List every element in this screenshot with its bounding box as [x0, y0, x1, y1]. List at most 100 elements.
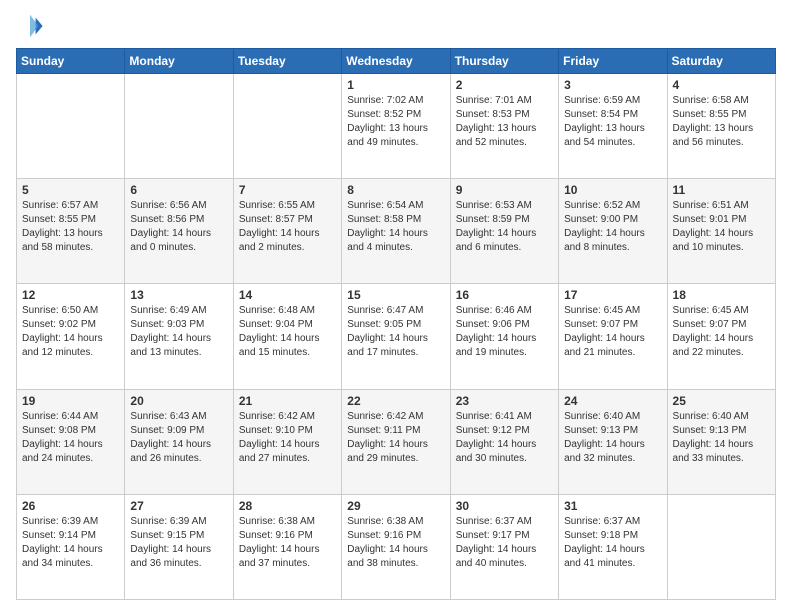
day-info: Sunrise: 6:46 AM Sunset: 9:06 PM Dayligh…: [456, 304, 553, 360]
day-number: 8: [347, 183, 444, 197]
day-number: 7: [239, 183, 336, 197]
calendar-cell: 19 Sunrise: 6:44 AM Sunset: 9:08 PM Dayli…: [17, 389, 125, 494]
day-number: 3: [564, 78, 661, 92]
header: [16, 12, 776, 40]
calendar-table: SundayMondayTuesdayWednesdayThursdayFrid…: [16, 48, 776, 600]
calendar-cell: 13 Sunrise: 6:49 AM Sunset: 9:03 PM Dayli…: [125, 284, 233, 389]
day-number: 15: [347, 288, 444, 302]
day-number: 31: [564, 499, 661, 513]
day-info: Sunrise: 6:54 AM Sunset: 8:58 PM Dayligh…: [347, 199, 444, 255]
day-info: Sunrise: 6:37 AM Sunset: 9:18 PM Dayligh…: [564, 515, 661, 571]
day-number: 29: [347, 499, 444, 513]
calendar-cell: 22Sunrise: 6:42 AM Sunset: 9:11 PM Dayli…: [342, 389, 450, 494]
calendar-cell: 11 Sunrise: 6:51 AM Sunset: 9:01 PM Dayli…: [667, 179, 775, 284]
calendar-cell: 21 Sunrise: 6:42 AM Sunset: 9:10 PM Dayli…: [233, 389, 341, 494]
day-number: 20: [130, 394, 227, 408]
day-info: Sunrise: 6:37 AM Sunset: 9:17 PM Dayligh…: [456, 515, 553, 571]
day-number: 24: [564, 394, 661, 408]
calendar-cell: [17, 74, 125, 179]
day-info: Sunrise: 6:38 AM Sunset: 9:16 PM Dayligh…: [239, 515, 336, 571]
logo: [16, 12, 48, 40]
calendar-cell: 8 Sunrise: 6:54 AM Sunset: 8:58 PM Daylig…: [342, 179, 450, 284]
calendar-cell: 31 Sunrise: 6:37 AM Sunset: 9:18 PM Dayli…: [559, 494, 667, 599]
day-info: Sunrise: 6:52 AM Sunset: 9:00 PM Dayligh…: [564, 199, 661, 255]
day-number: 22: [347, 394, 444, 408]
day-number: 16: [456, 288, 553, 302]
calendar-cell: [667, 494, 775, 599]
day-number: 26: [22, 499, 119, 513]
day-number: 19: [22, 394, 119, 408]
day-info: Sunrise: 7:01 AM Sunset: 8:53 PM Dayligh…: [456, 94, 553, 150]
calendar-cell: 23 Sunrise: 6:41 AM Sunset: 9:12 PM Dayli…: [450, 389, 558, 494]
calendar-cell: 5Sunrise: 6:57 AM Sunset: 8:55 PM Daylig…: [17, 179, 125, 284]
day-info: Sunrise: 6:45 AM Sunset: 9:07 PM Dayligh…: [673, 304, 770, 360]
day-number: 18: [673, 288, 770, 302]
calendar-cell: 24 Sunrise: 6:40 AM Sunset: 9:13 PM Dayli…: [559, 389, 667, 494]
day-number: 12: [22, 288, 119, 302]
day-info: Sunrise: 6:39 AM Sunset: 9:15 PM Dayligh…: [130, 515, 227, 571]
day-number: 10: [564, 183, 661, 197]
day-info: Sunrise: 6:50 AM Sunset: 9:02 PM Dayligh…: [22, 304, 119, 360]
calendar-cell: 26 Sunrise: 6:39 AM Sunset: 9:14 PM Dayli…: [17, 494, 125, 599]
calendar-cell: 12 Sunrise: 6:50 AM Sunset: 9:02 PM Dayli…: [17, 284, 125, 389]
calendar-cell: 7 Sunrise: 6:55 AM Sunset: 8:57 PM Daylig…: [233, 179, 341, 284]
calendar-cell: 20 Sunrise: 6:43 AM Sunset: 9:09 PM Dayli…: [125, 389, 233, 494]
page: SundayMondayTuesdayWednesdayThursdayFrid…: [0, 0, 792, 612]
day-number: 14: [239, 288, 336, 302]
day-number: 17: [564, 288, 661, 302]
day-info: Sunrise: 6:42 AM Sunset: 9:10 PM Dayligh…: [239, 410, 336, 466]
day-number: 6: [130, 183, 227, 197]
calendar-cell: 3 Sunrise: 6:59 AM Sunset: 8:54 PM Daylig…: [559, 74, 667, 179]
day-header-saturday: Saturday: [667, 49, 775, 74]
day-number: 11: [673, 183, 770, 197]
calendar-cell: [125, 74, 233, 179]
calendar-cell: 28 Sunrise: 6:38 AM Sunset: 9:16 PM Dayli…: [233, 494, 341, 599]
day-info: Sunrise: 6:40 AM Sunset: 9:13 PM Dayligh…: [673, 410, 770, 466]
calendar-cell: 29 Sunrise: 6:38 AM Sunset: 9:16 PM Dayli…: [342, 494, 450, 599]
day-header-monday: Monday: [125, 49, 233, 74]
day-info: Sunrise: 6:55 AM Sunset: 8:57 PM Dayligh…: [239, 199, 336, 255]
day-info: Sunrise: 6:47 AM Sunset: 9:05 PM Dayligh…: [347, 304, 444, 360]
week-row-3: 12 Sunrise: 6:50 AM Sunset: 9:02 PM Dayli…: [17, 284, 776, 389]
calendar-cell: 16 Sunrise: 6:46 AM Sunset: 9:06 PM Dayli…: [450, 284, 558, 389]
calendar-cell: 10 Sunrise: 6:52 AM Sunset: 9:00 PM Dayli…: [559, 179, 667, 284]
calendar-cell: 6 Sunrise: 6:56 AM Sunset: 8:56 PM Daylig…: [125, 179, 233, 284]
day-info: Sunrise: 6:38 AM Sunset: 9:16 PM Dayligh…: [347, 515, 444, 571]
week-row-5: 26 Sunrise: 6:39 AM Sunset: 9:14 PM Dayli…: [17, 494, 776, 599]
day-info: Sunrise: 6:59 AM Sunset: 8:54 PM Dayligh…: [564, 94, 661, 150]
week-row-2: 5Sunrise: 6:57 AM Sunset: 8:55 PM Daylig…: [17, 179, 776, 284]
day-header-thursday: Thursday: [450, 49, 558, 74]
calendar-cell: 15 Sunrise: 6:47 AM Sunset: 9:05 PM Dayli…: [342, 284, 450, 389]
day-info: Sunrise: 6:39 AM Sunset: 9:14 PM Dayligh…: [22, 515, 119, 571]
day-info: Sunrise: 6:48 AM Sunset: 9:04 PM Dayligh…: [239, 304, 336, 360]
calendar-cell: 9Sunrise: 6:53 AM Sunset: 8:59 PM Daylig…: [450, 179, 558, 284]
day-info: Sunrise: 6:43 AM Sunset: 9:09 PM Dayligh…: [130, 410, 227, 466]
calendar-cell: 18 Sunrise: 6:45 AM Sunset: 9:07 PM Dayli…: [667, 284, 775, 389]
day-info: Sunrise: 6:58 AM Sunset: 8:55 PM Dayligh…: [673, 94, 770, 150]
day-header-sunday: Sunday: [17, 49, 125, 74]
day-info: Sunrise: 6:40 AM Sunset: 9:13 PM Dayligh…: [564, 410, 661, 466]
logo-icon: [16, 12, 44, 40]
header-row: SundayMondayTuesdayWednesdayThursdayFrid…: [17, 49, 776, 74]
day-info: Sunrise: 6:56 AM Sunset: 8:56 PM Dayligh…: [130, 199, 227, 255]
week-row-4: 19 Sunrise: 6:44 AM Sunset: 9:08 PM Dayli…: [17, 389, 776, 494]
day-info: Sunrise: 6:49 AM Sunset: 9:03 PM Dayligh…: [130, 304, 227, 360]
day-number: 1: [347, 78, 444, 92]
day-number: 27: [130, 499, 227, 513]
day-number: 13: [130, 288, 227, 302]
day-header-wednesday: Wednesday: [342, 49, 450, 74]
day-info: Sunrise: 6:44 AM Sunset: 9:08 PM Dayligh…: [22, 410, 119, 466]
calendar-cell: 14 Sunrise: 6:48 AM Sunset: 9:04 PM Dayli…: [233, 284, 341, 389]
day-info: Sunrise: 6:41 AM Sunset: 9:12 PM Dayligh…: [456, 410, 553, 466]
calendar-cell: 17Sunrise: 6:45 AM Sunset: 9:07 PM Dayli…: [559, 284, 667, 389]
day-info: Sunrise: 6:53 AM Sunset: 8:59 PM Dayligh…: [456, 199, 553, 255]
day-number: 21: [239, 394, 336, 408]
day-header-friday: Friday: [559, 49, 667, 74]
calendar-cell: 30Sunrise: 6:37 AM Sunset: 9:17 PM Dayli…: [450, 494, 558, 599]
calendar-cell: 27 Sunrise: 6:39 AM Sunset: 9:15 PM Dayli…: [125, 494, 233, 599]
day-info: Sunrise: 6:51 AM Sunset: 9:01 PM Dayligh…: [673, 199, 770, 255]
day-number: 28: [239, 499, 336, 513]
day-number: 23: [456, 394, 553, 408]
calendar-cell: 2 Sunrise: 7:01 AM Sunset: 8:53 PM Daylig…: [450, 74, 558, 179]
day-number: 2: [456, 78, 553, 92]
